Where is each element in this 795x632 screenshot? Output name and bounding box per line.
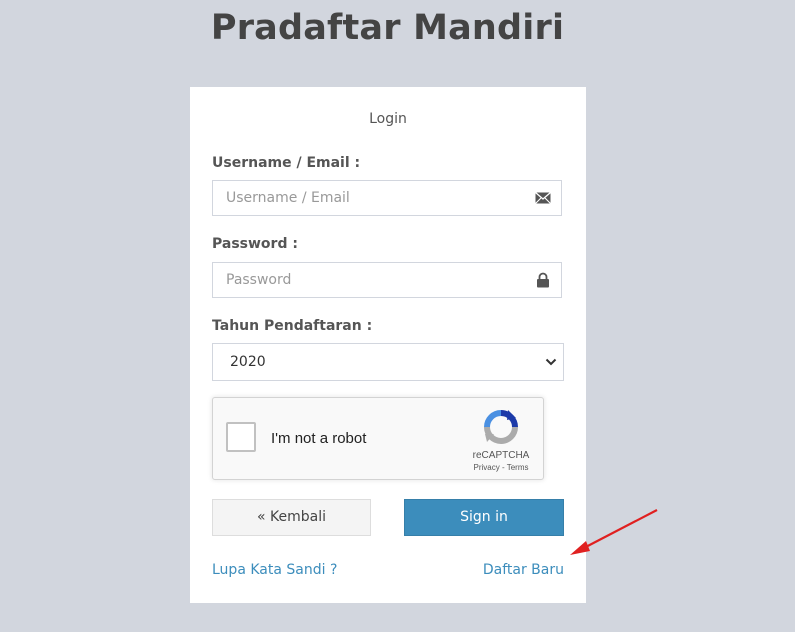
year-label: Tahun Pendaftaran : bbox=[212, 318, 373, 334]
login-box: Login Username / Email : Password : Tahu… bbox=[190, 87, 586, 603]
chevron-down-icon bbox=[545, 358, 557, 366]
annotation-arrow-icon bbox=[570, 509, 658, 555]
recaptcha-label: I'm not a robot bbox=[271, 430, 367, 447]
year-select-value: 2020 bbox=[230, 354, 266, 370]
recaptcha-widget: I'm not a robot reCAPTCHA Privacy - Term… bbox=[212, 397, 544, 480]
password-input[interactable] bbox=[213, 263, 536, 297]
recaptcha-brand: reCAPTCHA bbox=[472, 450, 530, 461]
username-input[interactable] bbox=[213, 181, 536, 215]
recaptcha-logo-icon bbox=[484, 410, 518, 444]
year-select[interactable]: 2020 bbox=[212, 343, 564, 381]
lock-icon bbox=[537, 272, 549, 288]
recaptcha-terms-links[interactable]: Privacy - Terms bbox=[461, 463, 541, 472]
back-button[interactable]: « Kembali bbox=[212, 499, 371, 536]
forgot-password-link[interactable]: Lupa Kata Sandi ? bbox=[212, 562, 337, 578]
sign-in-button[interactable]: Sign in bbox=[404, 499, 564, 536]
username-field-wrapper bbox=[212, 180, 562, 216]
password-field-wrapper bbox=[212, 262, 562, 298]
envelope-icon bbox=[535, 192, 551, 204]
page-title: Pradaftar Mandiri bbox=[210, 8, 565, 48]
login-box-title: Login bbox=[369, 111, 407, 127]
recaptcha-checkbox[interactable] bbox=[226, 422, 256, 452]
username-label: Username / Email : bbox=[212, 155, 361, 171]
password-label: Password : bbox=[212, 236, 298, 252]
register-link[interactable]: Daftar Baru bbox=[483, 562, 564, 578]
